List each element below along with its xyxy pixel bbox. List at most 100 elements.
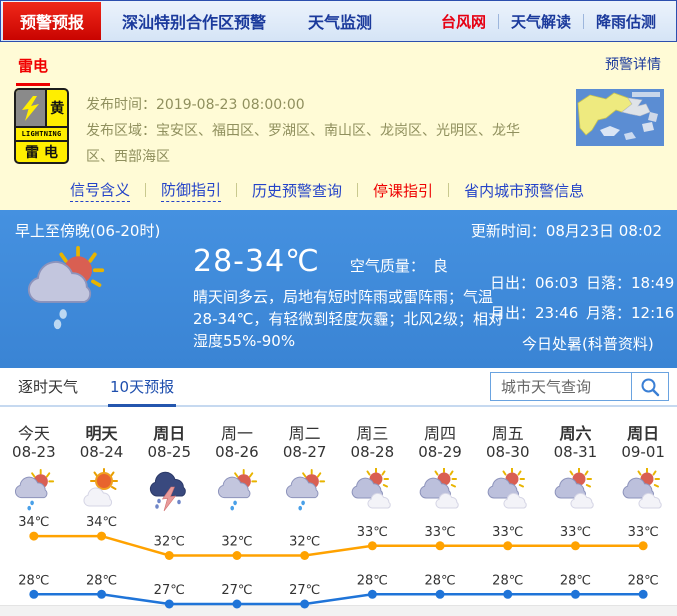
sunrise-label: 日出：: [490, 274, 535, 292]
temperature-label: 28℃: [628, 573, 659, 588]
temperature-label: 28℃: [560, 573, 591, 588]
warning-type-en: LIGHTNING: [16, 128, 67, 142]
day-date: 09-01: [609, 443, 677, 467]
search-button[interactable]: [631, 373, 668, 400]
day-name: 周一: [203, 407, 271, 443]
link-province-warnings[interactable]: 省内城市预警信息: [464, 180, 584, 201]
link-separator: [236, 183, 237, 197]
temperature-point: [503, 541, 512, 550]
temperature-label: 28℃: [18, 573, 49, 588]
air-quality-label: 空气质量：: [350, 255, 425, 276]
shenzhen-warning-map[interactable]: [576, 89, 664, 146]
sunrise-value: 06:03: [535, 274, 578, 292]
temperature-label: 28℃: [492, 573, 523, 588]
link-signal-meaning[interactable]: 信号含义: [70, 179, 130, 202]
update-time-label: 更新时间：: [471, 222, 546, 240]
day-date: 08-29: [406, 443, 474, 467]
ten-day-forecast: 今天08-23明天08-24周日08-25周一08-26周二08-27周三08-…: [0, 407, 677, 613]
cloudy-sun-icon: [542, 467, 610, 513]
temperature-point: [97, 590, 106, 599]
nav-item-weather-monitor[interactable]: 天气监测: [287, 1, 393, 41]
shower-sun-icon: [0, 467, 68, 513]
day-date: 08-28: [338, 443, 406, 467]
temp-block: 28-34℃ 空气质量： 良 晴天间多云，局地有短时阵雨或雷阵雨；气温28-34…: [193, 244, 523, 352]
day-date: 08-27: [271, 443, 339, 467]
temperature-point: [639, 590, 648, 599]
search-icon: [639, 376, 661, 398]
forecast-day-column[interactable]: 周三08-28: [338, 407, 406, 513]
moonset: 月落：12:16: [586, 302, 674, 323]
temperature-trend-chart: 34℃34℃32℃32℃32℃33℃33℃33℃33℃33℃28℃28℃27℃2…: [0, 513, 677, 616]
publish-time-label: 发布时间：: [86, 97, 156, 113]
temperature-label: 33℃: [424, 525, 455, 540]
lightning-yellow-warning-icon: 黄 LIGHTNING 雷电: [14, 88, 69, 164]
alert-bar: 雷电 预警详情: [0, 42, 677, 86]
weather-page: 预警预报 深汕特别合作区预警 天气监测 台风网 天气解读 降雨估测 雷电 预警详…: [0, 0, 677, 613]
warning-body: 黄 LIGHTNING 雷电 发布时间：2019-08-23 08:00:00 …: [0, 86, 677, 172]
link-defense-guide[interactable]: 防御指引: [161, 179, 221, 202]
moonrise: 月出：23:46: [490, 302, 578, 323]
nav-item-shenshan[interactable]: 深汕特别合作区预警: [101, 1, 287, 41]
temperature-point: [165, 551, 174, 560]
update-time: 更新时间：08月23日 08:02: [471, 220, 662, 241]
nav-link-weather-explain[interactable]: 天气解读: [499, 11, 583, 32]
air-quality-value: 良: [433, 255, 448, 276]
forecast-day-column[interactable]: 周五08-30: [474, 407, 542, 513]
temperature-point: [300, 551, 309, 560]
day-name: 周二: [271, 407, 339, 443]
city-search-input[interactable]: [491, 373, 631, 400]
temperature-point: [97, 532, 106, 541]
warning-level-badge: 黄: [47, 90, 67, 126]
nav-tab-warning-forecast[interactable]: 预警预报: [3, 2, 101, 40]
forecast-day-column[interactable]: 周四08-29: [406, 407, 474, 513]
forecast-day-column[interactable]: 周一08-26: [203, 407, 271, 513]
cloudy-sun-icon: [338, 467, 406, 513]
temperature-point: [639, 541, 648, 550]
link-history-query[interactable]: 历史预警查询: [252, 180, 342, 201]
link-class-suspension[interactable]: 停课指引: [373, 180, 433, 201]
temperature-label: 27℃: [289, 583, 320, 598]
day-date: 08-23: [0, 443, 68, 467]
alert-detail-link[interactable]: 预警详情: [605, 54, 661, 74]
alert-area: 雷电 预警详情 黄 LIGHTNING 雷电 发布时间：2019-08-23 0…: [0, 42, 677, 210]
temperature-chart-area: 34℃34℃32℃32℃32℃33℃33℃33℃33℃33℃28℃28℃27℃2…: [0, 513, 677, 616]
lightning-bolt-icon: [16, 90, 47, 126]
forecast-day-column[interactable]: 今天08-23: [0, 407, 68, 513]
shower-sun-icon: [24, 244, 106, 334]
temperature-label: 33℃: [492, 525, 523, 540]
day-name: 周三: [338, 407, 406, 443]
day-name: 周六: [542, 407, 610, 443]
warning-type-cn: 雷电: [16, 142, 67, 162]
forecast-day-column[interactable]: 周日09-01: [609, 407, 677, 513]
tab-hourly-weather[interactable]: 逐时天气: [16, 368, 80, 405]
warning-text: 发布时间：2019-08-23 08:00:00 发布区域：宝安区、福田区、罗湖…: [69, 88, 547, 172]
shower-sun-icon: [203, 467, 271, 513]
forecast-day-column[interactable]: 周日08-25: [135, 407, 203, 513]
city-search: [490, 372, 669, 401]
solar-term-link[interactable]: 今日处暑(科普资料): [522, 333, 654, 354]
nav-link-rain-estimate[interactable]: 降雨估测: [584, 11, 668, 32]
tab-10day-forecast[interactable]: 10天预报: [108, 368, 176, 407]
temperature-point: [29, 532, 38, 541]
temperature-label: 27℃: [154, 583, 185, 598]
temperature-point: [165, 600, 174, 609]
nav-link-typhoon[interactable]: 台风网: [429, 11, 498, 32]
temperature-label: 28℃: [357, 573, 388, 588]
forecast-day-column[interactable]: 明天08-24: [68, 407, 136, 513]
forecast-columns: 今天08-23明天08-24周日08-25周一08-26周二08-27周三08-…: [0, 407, 677, 513]
link-separator: [448, 183, 449, 197]
temperature-label: 34℃: [86, 515, 117, 530]
forecast-day-column[interactable]: 周二08-27: [271, 407, 339, 513]
temperature-point: [232, 600, 241, 609]
temperature-label: 32℃: [289, 535, 320, 550]
sunset: 日落：18:49: [586, 272, 674, 293]
temperature-label: 27℃: [221, 583, 252, 598]
temperature-label: 28℃: [424, 573, 455, 588]
forecast-day-column[interactable]: 周六08-31: [542, 407, 610, 513]
thunderstorm-icon: [135, 467, 203, 513]
tabs-row: 逐时天气 10天预报: [0, 368, 677, 407]
publish-area-label: 发布区域：: [86, 123, 156, 139]
day-date: 08-25: [135, 443, 203, 467]
temperature-point: [571, 541, 580, 550]
alert-type-tab-lightning[interactable]: 雷电: [16, 42, 50, 86]
